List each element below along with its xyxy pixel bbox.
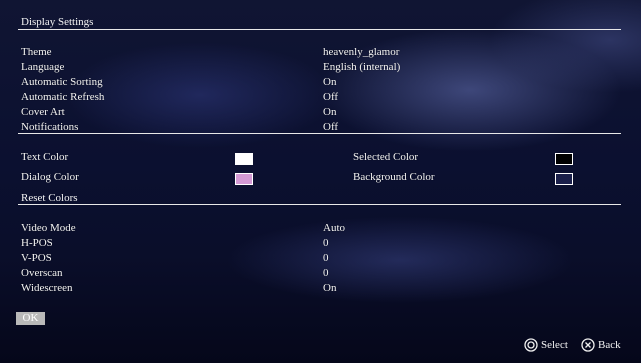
back-hint-label: Back xyxy=(598,339,621,351)
settings-screen: Display Settings Theme heavenly_glamor L… xyxy=(0,0,641,363)
section-divider xyxy=(18,204,621,205)
cross-button-icon xyxy=(581,338,595,352)
selected-color-swatch[interactable] xyxy=(555,153,573,165)
setting-label-language[interactable]: Language xyxy=(21,61,64,74)
setting-label-widescreen[interactable]: Widescreen xyxy=(21,282,72,295)
dialog-color-swatch[interactable] xyxy=(235,173,253,185)
setting-value-widescreen[interactable]: On xyxy=(323,282,336,295)
setting-label-theme[interactable]: Theme xyxy=(21,46,52,59)
setting-value-automatic-refresh[interactable]: Off xyxy=(323,91,338,104)
select-hint-label: Select xyxy=(541,339,568,351)
circle-button-icon xyxy=(524,338,538,352)
setting-label-cover-art[interactable]: Cover Art xyxy=(21,106,65,119)
setting-label-v-pos[interactable]: V-POS xyxy=(21,252,52,265)
setting-value-overscan[interactable]: 0 xyxy=(323,267,329,280)
section-divider xyxy=(18,29,621,30)
setting-value-language[interactable]: English (internal) xyxy=(323,61,400,74)
setting-value-automatic-sorting[interactable]: On xyxy=(323,76,336,89)
background-color-label[interactable]: Background Color xyxy=(353,171,435,184)
setting-value-cover-art[interactable]: On xyxy=(323,106,336,119)
setting-value-video-mode[interactable]: Auto xyxy=(323,222,345,235)
section-divider xyxy=(18,133,621,134)
setting-label-automatic-sorting[interactable]: Automatic Sorting xyxy=(21,76,103,89)
setting-label-automatic-refresh[interactable]: Automatic Refresh xyxy=(21,91,104,104)
section-display-settings[interactable]: Display Settings xyxy=(21,16,93,29)
setting-label-h-pos[interactable]: H-POS xyxy=(21,237,53,250)
text-color-label[interactable]: Text Color xyxy=(21,151,68,164)
setting-value-h-pos[interactable]: 0 xyxy=(323,237,329,250)
setting-value-theme[interactable]: heavenly_glamor xyxy=(323,46,399,59)
back-hint[interactable]: Back xyxy=(581,338,621,352)
ok-button[interactable]: OK xyxy=(16,312,45,325)
text-color-swatch[interactable] xyxy=(235,153,253,165)
setting-label-video-mode[interactable]: Video Mode xyxy=(21,222,76,235)
background-color-swatch[interactable] xyxy=(555,173,573,185)
dialog-color-label[interactable]: Dialog Color xyxy=(21,171,79,184)
setting-label-overscan[interactable]: Overscan xyxy=(21,267,63,280)
select-hint[interactable]: Select xyxy=(524,338,568,352)
setting-value-v-pos[interactable]: 0 xyxy=(323,252,329,265)
selected-color-label[interactable]: Selected Color xyxy=(353,151,418,164)
